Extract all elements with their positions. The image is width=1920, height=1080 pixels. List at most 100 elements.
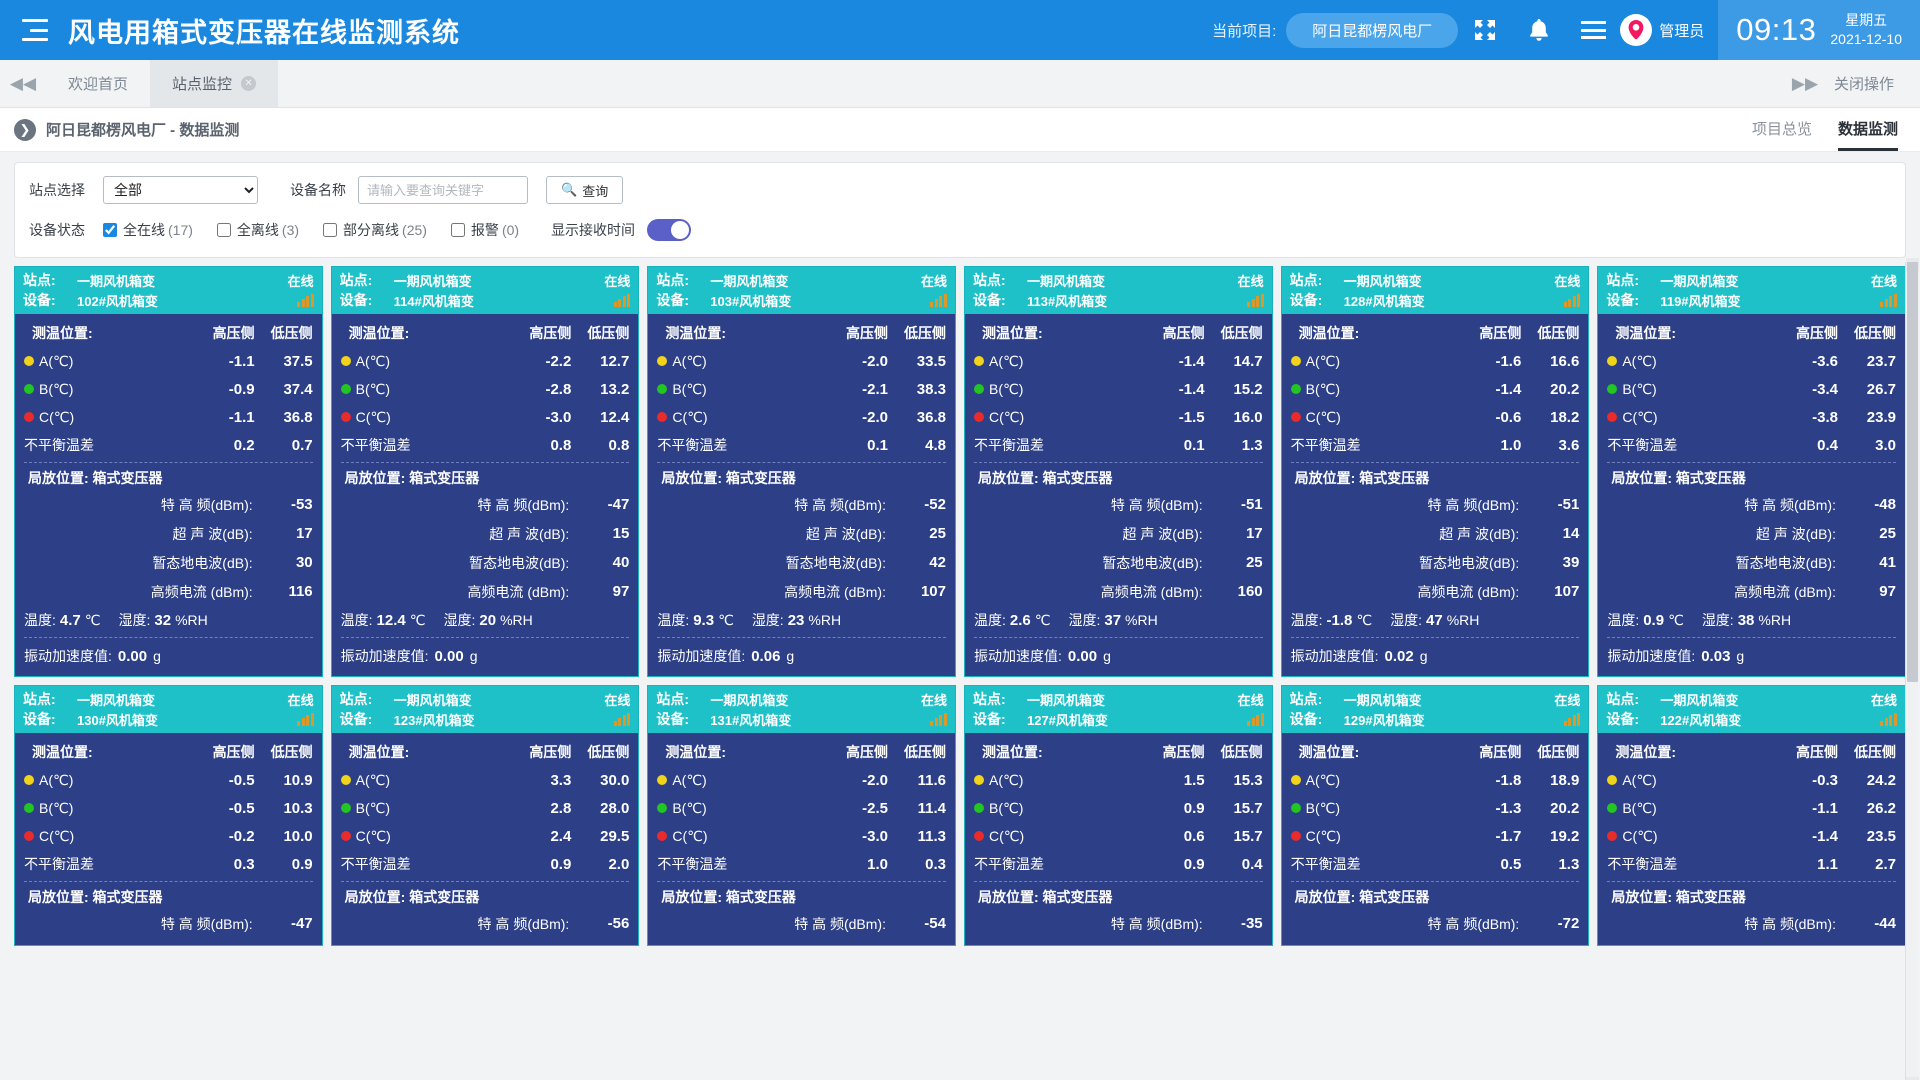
show-receive-time-toggle[interactable] bbox=[647, 219, 692, 241]
tev-label: 暂态地电波(dB): bbox=[1418, 554, 1520, 571]
ultrasonic-value: 25 bbox=[1879, 525, 1896, 542]
pd-row: 特 高 频(dBm): -56 bbox=[341, 909, 630, 938]
tabs-scroll-left-button[interactable]: ◀◀ bbox=[0, 60, 46, 107]
vertical-scrollbar[interactable]: ▲ ▼ bbox=[1905, 258, 1919, 1080]
bar-chart-icon[interactable] bbox=[1880, 293, 1897, 307]
device-value: 122#风机箱变 bbox=[1660, 712, 1742, 728]
bar-chart-icon[interactable] bbox=[1880, 712, 1897, 726]
checkbox-alarm[interactable]: 报警 (0) bbox=[450, 220, 519, 240]
checkbox-input[interactable] bbox=[323, 223, 338, 237]
high-side-value: -2.0 bbox=[862, 771, 888, 789]
device-card[interactable]: 站点: 一期风机箱变 在线 设备: 103#风机箱变 测温位置: 高压侧 低压侧 A(℃) -2.… bbox=[647, 266, 956, 677]
tab-project-overview[interactable]: 项目总览 bbox=[1752, 118, 1812, 151]
bar-chart-icon[interactable] bbox=[613, 293, 631, 307]
table-header-row: 测温位置: 高压侧 低压侧 bbox=[1607, 319, 1896, 347]
pd-row: 超 声 波(dB): 17 bbox=[974, 519, 1263, 548]
checkbox-partial-offline[interactable]: 部分离线 (25) bbox=[323, 220, 427, 240]
table-header-row: 测温位置: 高压侧 低压侧 bbox=[657, 738, 946, 766]
vibration-value: 0.00 bbox=[1067, 647, 1098, 665]
bar-chart-icon[interactable] bbox=[297, 712, 314, 726]
pd-row: 特 高 频(dBm): -52 bbox=[657, 490, 946, 519]
bar-chart-icon[interactable] bbox=[1563, 712, 1581, 726]
bar-chart-icon[interactable] bbox=[613, 712, 631, 726]
ultrasonic-value: 14 bbox=[1562, 525, 1580, 542]
tab-data-monitoring[interactable]: 数据监测 bbox=[1837, 118, 1898, 151]
list-icon[interactable] bbox=[1566, 21, 1620, 39]
bar-chart-icon[interactable] bbox=[930, 293, 947, 307]
device-name-input[interactable] bbox=[358, 176, 528, 204]
checkbox-all-online[interactable]: 全在线 (17) bbox=[103, 220, 193, 240]
pd-row: 暂态地电波(dB): 42 bbox=[657, 548, 946, 577]
site-select[interactable]: 全部 bbox=[103, 176, 258, 204]
high-side-header: 高压侧 bbox=[529, 325, 572, 341]
table-row: A(℃) 1.5 15.3 bbox=[973, 766, 1263, 794]
bell-icon[interactable] bbox=[1512, 18, 1566, 42]
phase-label: B(℃) bbox=[340, 381, 514, 398]
device-card[interactable]: 站点: 一期风机箱变 在线 设备: 113#风机箱变 测温位置: 高压侧 低压侧 A(℃) -1.… bbox=[963, 266, 1273, 677]
phase-dot-icon bbox=[973, 384, 984, 394]
table-row: A(℃) -0.3 24.2 bbox=[1607, 766, 1896, 794]
tab-site-monitor[interactable]: 站点监控 ✕ bbox=[150, 60, 279, 107]
device-card-header: 站点: 一期风机箱变 在线 设备: 102#风机箱变 bbox=[15, 267, 322, 314]
card-site-row: 站点: 一期风机箱变 在线 bbox=[973, 270, 1264, 290]
user-menu[interactable]: 管理员 bbox=[1620, 14, 1718, 46]
checkbox-input[interactable] bbox=[103, 223, 117, 237]
device-card[interactable]: 站点: 一期风机箱变 在线 设备: 131#风机箱变 测温位置: 高压侧 低压侧 A(℃) -2.… bbox=[647, 685, 956, 946]
device-name-label: 设备名称 bbox=[290, 182, 346, 198]
low-side-value: 11.6 bbox=[917, 771, 946, 789]
pd-row: 超 声 波(dB): 15 bbox=[341, 519, 629, 548]
tev-label: 暂态地电波(dB): bbox=[1102, 554, 1203, 571]
current-project-button[interactable]: 阿日昆都楞风电厂 bbox=[1286, 12, 1459, 48]
low-side-value: 26.2 bbox=[1866, 799, 1896, 817]
low-side-value: 15.7 bbox=[1233, 827, 1263, 845]
device-card[interactable]: 站点: 一期风机箱变 在线 设备: 129#风机箱变 测温位置: 高压侧 低压侧 A(℃) -1.… bbox=[1280, 685, 1590, 946]
status-badge: 在线 bbox=[1554, 692, 1581, 708]
fullscreen-icon[interactable] bbox=[1458, 18, 1512, 42]
checkbox-input[interactable] bbox=[450, 223, 465, 237]
pd-row: 超 声 波(dB): 14 bbox=[1291, 519, 1580, 548]
clock-date: 2021-12-10 bbox=[1830, 31, 1902, 47]
uhf-value: -47 bbox=[607, 496, 630, 513]
checkbox-input[interactable] bbox=[216, 223, 231, 237]
filter-panel: 站点选择 全部 设备名称 🔍 查询 设备状态 全在线 (17) bbox=[14, 162, 1906, 258]
divider bbox=[657, 462, 946, 463]
pd-position-label: 局放位置: 箱式变压器 bbox=[28, 889, 163, 905]
bar-chart-icon[interactable] bbox=[1563, 293, 1581, 307]
close-icon[interactable]: ✕ bbox=[241, 76, 257, 91]
unbalance-label: 不平衡温差 bbox=[24, 856, 94, 872]
checkbox-label: 部分离线 bbox=[343, 222, 400, 238]
divider bbox=[340, 637, 630, 638]
scrollbar-thumb[interactable] bbox=[1907, 262, 1918, 682]
bar-chart-icon[interactable] bbox=[1247, 712, 1264, 726]
bar-chart-icon[interactable] bbox=[297, 293, 314, 307]
temperature-label: 温度: bbox=[340, 612, 373, 628]
tabs-scroll-right-button[interactable]: ▶▶ bbox=[1776, 74, 1834, 94]
pd-position-label: 局放位置: 箱式变压器 bbox=[1611, 470, 1746, 486]
device-card[interactable]: 站点: 一期风机箱变 在线 设备: 127#风机箱变 测温位置: 高压侧 低压侧 A(℃) 1.5… bbox=[963, 685, 1273, 946]
menu-icon[interactable] bbox=[22, 19, 48, 41]
checkbox-label: 全在线 bbox=[123, 222, 165, 238]
table-header-row: 测温位置: 高压侧 低压侧 bbox=[1291, 738, 1580, 766]
phase-label: C(℃) bbox=[340, 409, 514, 426]
phase-dot-icon bbox=[340, 775, 351, 785]
checkbox-all-offline[interactable]: 全离线 (3) bbox=[216, 220, 299, 240]
table-row: C(℃) 0.6 15.7 bbox=[973, 822, 1263, 850]
device-card[interactable]: 站点: 一期风机箱变 在线 设备: 123#风机箱变 测温位置: 高压侧 低压侧 A(℃) 3.3… bbox=[330, 685, 640, 946]
close-operations-button[interactable]: 关闭操作 bbox=[1834, 73, 1920, 94]
breadcrumb: ❯ 阿日昆都楞风电厂 - 数据监测 项目总览 数据监测 bbox=[0, 108, 1920, 152]
phase-label: A(℃) bbox=[657, 772, 830, 789]
high-side-value: 0.9 bbox=[1183, 799, 1205, 817]
device-card[interactable]: 站点: 一期风机箱变 在线 设备: 114#风机箱变 测温位置: 高压侧 低压侧 A(℃) -2.… bbox=[330, 266, 640, 677]
device-card[interactable]: 站点: 一期风机箱变 在线 设备: 122#风机箱变 测温位置: 高压侧 低压侧 A(℃) -0.… bbox=[1597, 685, 1906, 946]
high-side-header: 高压侧 bbox=[1162, 325, 1205, 341]
device-card[interactable]: 站点: 一期风机箱变 在线 设备: 119#风机箱变 测温位置: 高压侧 低压侧 A(℃) -3.… bbox=[1597, 266, 1906, 677]
device-card[interactable]: 站点: 一期风机箱变 在线 设备: 102#风机箱变 测温位置: 高压侧 低压侧 A(℃) -1.… bbox=[14, 266, 323, 677]
bar-chart-icon[interactable] bbox=[930, 712, 947, 726]
tab-welcome-home[interactable]: 欢迎首页 bbox=[46, 60, 150, 107]
site-value: 一期风机箱变 bbox=[393, 692, 472, 708]
device-card[interactable]: 站点: 一期风机箱变 在线 设备: 130#风机箱变 测温位置: 高压侧 低压侧 A(℃) -0.… bbox=[14, 685, 323, 946]
search-button[interactable]: 🔍 查询 bbox=[546, 176, 624, 204]
device-card[interactable]: 站点: 一期风机箱变 在线 设备: 128#风机箱变 测温位置: 高压侧 低压侧 A(℃) -1.… bbox=[1280, 266, 1590, 677]
bar-chart-icon[interactable] bbox=[1247, 293, 1264, 307]
search-icon: 🔍 bbox=[561, 182, 578, 197]
